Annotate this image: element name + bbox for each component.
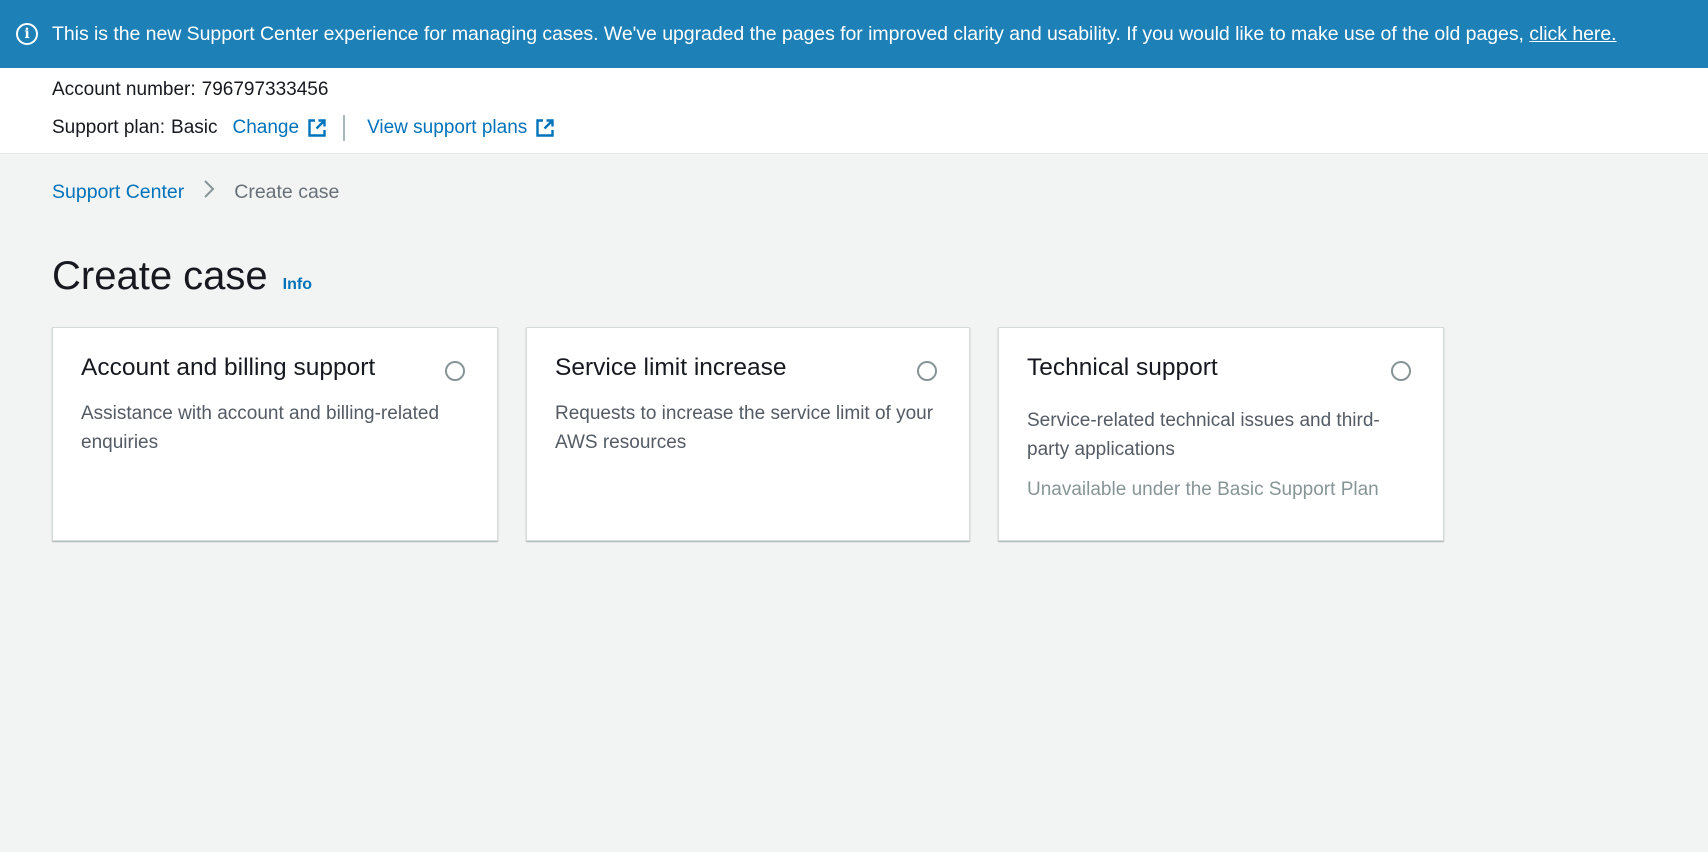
flashbar-message-text: This is the new Support Center experienc… bbox=[52, 22, 1530, 45]
page-header: Create case Info bbox=[52, 254, 312, 299]
breadcrumb: Support Center Create case bbox=[52, 178, 339, 206]
support-plan-row: Support plan: Basic Change View support … bbox=[52, 115, 555, 141]
chevron-right-icon-svg bbox=[204, 180, 215, 198]
old-pages-link[interactable]: click here. bbox=[1529, 23, 1616, 45]
tile-service-limit[interactable]: Service limit increase Requests to incre… bbox=[526, 327, 970, 541]
account-number-row: Account number: 796797333456 bbox=[52, 79, 328, 101]
external-link-icon bbox=[308, 119, 326, 137]
tile-title: Account and billing support bbox=[81, 354, 376, 381]
tile-unavailable-note: Unavailable under the Basic Support Plan bbox=[1027, 479, 1379, 500]
info-link[interactable]: Info bbox=[283, 276, 312, 294]
tile-account-billing[interactable]: Account and billing support Assistance w… bbox=[52, 327, 498, 541]
support-plan-label: Support plan: bbox=[52, 117, 166, 138]
change-plan-link[interactable]: Change bbox=[233, 117, 328, 139]
tile-description: Assistance with account and billing-rela… bbox=[81, 403, 440, 453]
info-icon: i bbox=[16, 23, 38, 45]
radio-button[interactable] bbox=[445, 361, 465, 381]
main-content: Support Center Create case Create case I… bbox=[0, 154, 1708, 852]
radio-button[interactable] bbox=[917, 361, 937, 381]
tile-title: Technical support bbox=[1027, 354, 1218, 381]
flashbar-message: This is the new Support Center experienc… bbox=[52, 23, 1617, 46]
view-support-plans-link[interactable]: View support plans bbox=[367, 117, 555, 139]
page-title: Create case bbox=[52, 254, 268, 298]
view-support-plans-label: View support plans bbox=[367, 117, 528, 138]
account-number-label: Account number: bbox=[52, 79, 196, 100]
chevron-right-icon bbox=[202, 178, 216, 206]
divider bbox=[343, 115, 346, 141]
radio-button[interactable] bbox=[1391, 361, 1411, 381]
breadcrumb-create-case: Create case bbox=[234, 180, 340, 203]
tile-description: Requests to increase the service limit o… bbox=[555, 403, 934, 453]
info-flashbar: i This is the new Support Center experie… bbox=[0, 0, 1708, 68]
tile-technical-support[interactable]: Technical support Service-related techni… bbox=[998, 327, 1444, 541]
breadcrumb-support-center[interactable]: Support Center bbox=[52, 181, 184, 204]
account-header: Account number: 796797333456 Support pla… bbox=[0, 68, 1708, 154]
bottom-edge bbox=[0, 852, 1708, 856]
tile-description: Service-related technical issues and thi… bbox=[1027, 410, 1380, 460]
tile-title: Service limit increase bbox=[555, 354, 787, 381]
external-link-icon bbox=[536, 119, 554, 137]
support-plan-value: Basic bbox=[171, 117, 218, 138]
account-number-value: 796797333456 bbox=[201, 79, 329, 100]
change-plan-link-label: Change bbox=[232, 117, 300, 138]
